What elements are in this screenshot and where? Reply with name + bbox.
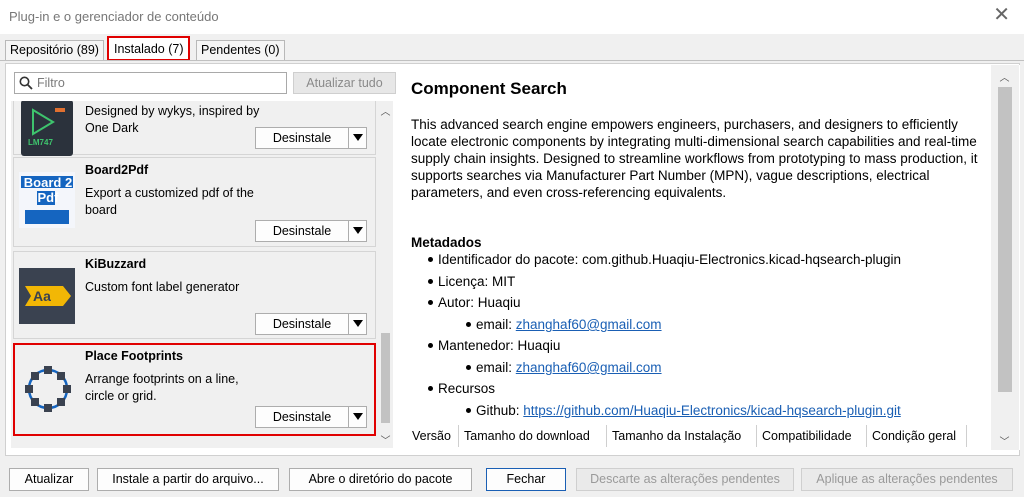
github-link[interactable]: https://github.com/Huaqiu-Electronics/ki…: [523, 403, 900, 418]
column-compatibility[interactable]: Compatibilidade: [757, 425, 867, 447]
package-description: Designed by wykys, inspired by One Dark: [85, 104, 260, 135]
apply-changes-button[interactable]: Aplique as alterações pendentes: [801, 468, 1013, 491]
icon-label: Aa: [33, 288, 51, 304]
icon-label: Board 2 Pdf: [23, 175, 73, 205]
window-title: Plug-in e o gerenciador de conteúdo: [9, 9, 219, 24]
scroll-down-icon[interactable]: ﹀: [999, 433, 1010, 448]
maintainer-email-link[interactable]: zhanghaf60@gmail.com: [516, 360, 662, 375]
scroll-up-icon[interactable]: ︿: [380, 103, 391, 118]
main-panel: Atualizar tudo LM747 Designed by wykys, …: [5, 63, 1020, 456]
chevron-down-icon[interactable]: [353, 320, 363, 327]
tab-divider: [0, 60, 1024, 61]
discard-changes-button[interactable]: Descarte as alterações pendentes: [576, 468, 794, 491]
open-package-directory-button[interactable]: Abre o diretório do pacote: [289, 468, 472, 491]
refresh-all-button[interactable]: Atualizar tudo: [293, 72, 396, 94]
package-name: Board2Pdf: [85, 163, 149, 177]
title-bar: Plug-in e o gerenciador de conteúdo ✕: [0, 0, 1024, 34]
tab-installed[interactable]: Instalado (7): [107, 36, 191, 61]
tab-pending[interactable]: Pendentes (0): [196, 40, 285, 60]
metadata-author: Autor: Huaqiu: [428, 295, 521, 310]
package-card[interactable]: Aa KiBuzzard Custom font label generator…: [13, 251, 376, 339]
detail-scrollbar[interactable]: ︿ ﹀: [991, 65, 1019, 450]
metadata-package-id: Identificador do pacote: com.github.Huaq…: [428, 252, 901, 267]
uninstall-button[interactable]: Desinstale: [255, 406, 367, 428]
package-name: KiBuzzard: [85, 257, 147, 271]
scroll-down-icon[interactable]: ﹀: [380, 432, 391, 447]
uninstall-button[interactable]: Desinstale: [255, 127, 367, 149]
chevron-down-icon[interactable]: [353, 413, 363, 420]
package-detail: Component Search This advanced search en…: [402, 65, 1020, 450]
uninstall-button[interactable]: Desinstale: [255, 313, 367, 335]
package-card-selected[interactable]: Place Footprints Arrange footprints on a…: [13, 343, 376, 436]
chevron-down-icon[interactable]: [353, 134, 363, 141]
column-version[interactable]: Versão: [407, 425, 459, 447]
column-install-size[interactable]: Tamanho da Instalação: [607, 425, 757, 447]
metadata-maintainer-email: email: zhanghaf60@gmail.com: [466, 360, 662, 375]
package-description: Export a customized pdf of the board: [85, 186, 254, 217]
column-download-size[interactable]: Tamanho do download: [459, 425, 607, 447]
search-icon: [19, 76, 33, 90]
chevron-down-icon[interactable]: [353, 227, 363, 234]
package-name: Place Footprints: [85, 349, 183, 363]
metadata-maintainer: Mantenedor: Huaqiu: [428, 338, 560, 353]
package-card[interactable]: LM747 Designed by wykys, inspired by One…: [13, 101, 376, 156]
list-scrollbar[interactable]: ︿ ﹀: [378, 101, 393, 448]
metadata-license: Licença: MIT: [428, 274, 515, 289]
search-box[interactable]: [14, 72, 287, 94]
place-footprints-icon: [20, 361, 76, 417]
author-email-link[interactable]: zhanghaf60@gmail.com: [516, 317, 662, 332]
kicad-theme-icon: LM747: [19, 101, 75, 156]
install-from-file-button[interactable]: Instale a partir do arquivo...: [97, 468, 279, 491]
package-card[interactable]: Board 2 Pdf Board2Pdf Export a customize…: [13, 157, 376, 247]
package-description: Arrange footprints on a line, circle or …: [85, 372, 239, 403]
column-status[interactable]: Condição geral: [867, 425, 967, 447]
update-button[interactable]: Atualizar: [9, 468, 89, 491]
kibuzzard-icon: Aa: [19, 268, 75, 324]
detail-description: This advanced search engine empowers eng…: [411, 117, 978, 200]
scroll-up-icon[interactable]: ︿: [999, 69, 1010, 84]
detail-scroll-thumb[interactable]: [998, 87, 1012, 392]
icon-label: LM747: [28, 138, 53, 147]
tab-repository[interactable]: Repositório (89): [5, 40, 104, 60]
detail-title: Component Search: [411, 79, 567, 98]
metadata-heading: Metadados: [411, 235, 482, 250]
metadata-resources: Recursos: [428, 381, 495, 396]
search-input[interactable]: [37, 75, 282, 91]
package-description: Custom font label generator: [85, 280, 240, 294]
package-list: LM747 Designed by wykys, inspired by One…: [11, 101, 378, 448]
uninstall-button[interactable]: Desinstale: [255, 220, 367, 242]
close-icon[interactable]: ✕: [993, 5, 1010, 25]
tab-bar: Repositório (89) Instalado (7) Pendentes…: [0, 34, 1024, 61]
board2pdf-icon: Board 2 Pdf: [19, 172, 75, 228]
list-scroll-thumb[interactable]: [381, 333, 390, 423]
metadata-github: Github: https://github.com/Huaqiu-Electr…: [466, 403, 901, 418]
metadata-author-email: email: zhanghaf60@gmail.com: [466, 317, 662, 332]
close-button[interactable]: Fechar: [486, 468, 566, 491]
